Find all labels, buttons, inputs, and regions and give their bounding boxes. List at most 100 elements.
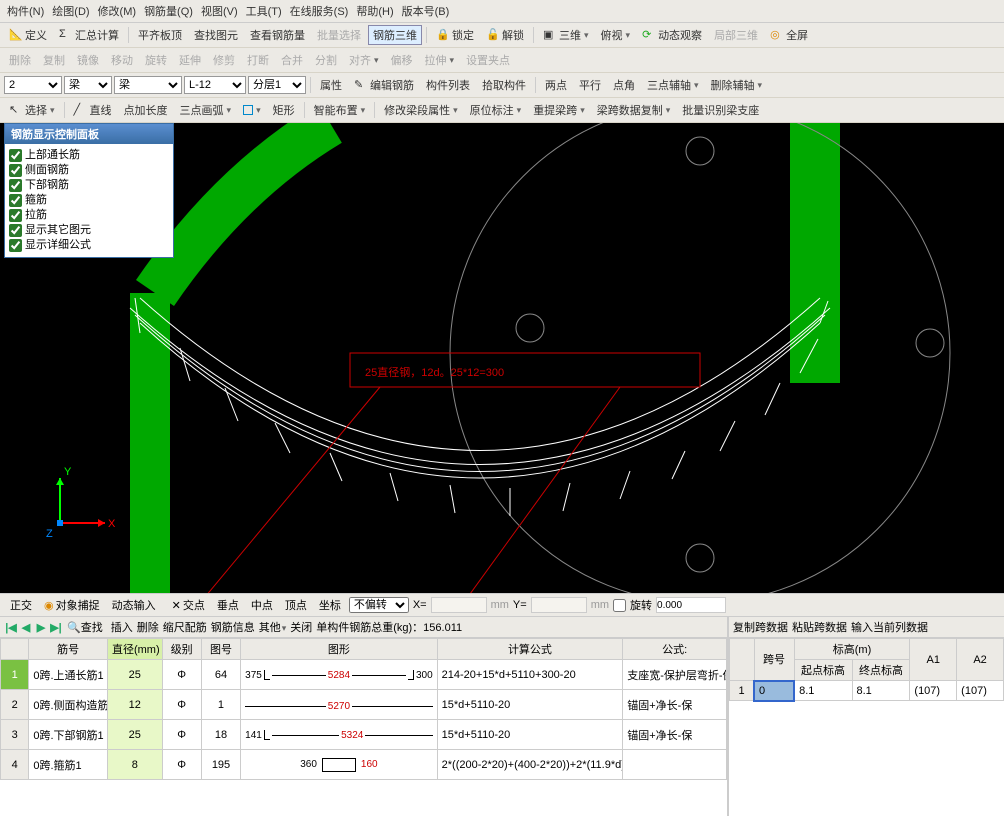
grips-button[interactable]: 设置夹点 bbox=[461, 50, 515, 70]
3d-button[interactable]: ▣三维▾ bbox=[538, 25, 594, 45]
table-row[interactable]: 1 0跨.上通长筋125Φ64 3755284300 214-20+15*d+5… bbox=[1, 660, 727, 690]
col-span[interactable]: 跨号 bbox=[754, 639, 794, 681]
menu-item[interactable]: 构件(N) bbox=[4, 2, 47, 20]
local-3d-button[interactable]: 局部三维 bbox=[709, 25, 763, 45]
split-button[interactable]: 分割 bbox=[310, 50, 342, 70]
copy-span-button[interactable]: 复制跨数据 bbox=[733, 619, 788, 635]
menu-item[interactable]: 绘图(D) bbox=[49, 2, 92, 20]
checkbox-item[interactable]: 箍筋 bbox=[9, 193, 169, 208]
reassign-span-button[interactable]: 重提梁跨▾ bbox=[528, 100, 590, 120]
col-start[interactable]: 起点标高 bbox=[794, 660, 852, 681]
category-select[interactable]: 梁 bbox=[64, 76, 112, 94]
smart-layout-button[interactable]: 智能布置▾ bbox=[309, 100, 371, 120]
trim-button[interactable]: 修剪 bbox=[208, 50, 240, 70]
in-place-label-button[interactable]: 原位标注▾ bbox=[465, 100, 527, 120]
table-row[interactable]: 1 0 8.18.1 (107)(107) bbox=[730, 681, 1004, 701]
perpendicular-button[interactable]: 垂点 bbox=[213, 596, 243, 614]
midpoint-button[interactable]: 中点 bbox=[247, 596, 277, 614]
other-button[interactable]: 其他▾ bbox=[259, 619, 287, 635]
type-select[interactable]: 梁 bbox=[114, 76, 182, 94]
lock-button[interactable]: 🔒锁定 bbox=[431, 25, 479, 45]
menu-item[interactable]: 在线服务(S) bbox=[287, 2, 352, 20]
rect-button[interactable]: 矩形 bbox=[268, 100, 300, 120]
col-diameter[interactable]: 直径(mm) bbox=[107, 639, 162, 660]
floor-select[interactable]: 2 bbox=[4, 76, 62, 94]
find-element-button[interactable]: 查找图元 bbox=[189, 25, 243, 45]
col-jinhao[interactable]: 筋号 bbox=[29, 639, 108, 660]
component-list-button[interactable]: 构件列表 bbox=[421, 75, 475, 95]
point-length-button[interactable]: 点加长度 bbox=[119, 100, 173, 120]
table-row[interactable]: 4 0跨.箍筋18Φ195 360160 2*((200-2*20)+(400-… bbox=[1, 750, 727, 780]
view-rebar-button[interactable]: 查看钢筋量 bbox=[245, 25, 310, 45]
paste-span-button[interactable]: 粘贴跨数据 bbox=[792, 619, 847, 635]
component-select[interactable]: L-12 bbox=[184, 76, 246, 94]
grid-delete-button[interactable]: 删除 bbox=[137, 619, 159, 635]
panel-title[interactable]: 钢筋显示控制面板 bbox=[5, 124, 173, 144]
orbit-button[interactable]: ⟳动态观察 bbox=[637, 25, 707, 45]
col-tuhao[interactable]: 图号 bbox=[201, 639, 240, 660]
table-row[interactable]: 2 0跨.侧面构造筋112Φ1 5270 15*d+5110-20锚固+净长-保 bbox=[1, 690, 727, 720]
edit-rebar-button[interactable]: ✎编辑钢筋 bbox=[349, 75, 419, 95]
rebar-info-button[interactable]: 钢筋信息 bbox=[211, 619, 255, 635]
copy-button[interactable]: 复制 bbox=[38, 50, 70, 70]
angle-input[interactable] bbox=[656, 597, 726, 613]
mirror-button[interactable]: 镜像 bbox=[72, 50, 104, 70]
batch-identify-button[interactable]: 批量识别梁支座 bbox=[677, 100, 764, 120]
offset-button[interactable]: 偏移 bbox=[386, 50, 418, 70]
rebar-3d-button[interactable]: 钢筋三维 bbox=[368, 25, 422, 45]
checkbox-item[interactable]: 显示其它图元 bbox=[9, 223, 169, 238]
menu-item[interactable]: 钢筋量(Q) bbox=[141, 2, 196, 20]
copy-span-data-button[interactable]: 梁跨数据复制▾ bbox=[592, 100, 676, 120]
arc-button[interactable]: 三点画弧▾ bbox=[175, 100, 237, 120]
col-shape[interactable]: 图形 bbox=[241, 639, 438, 660]
grid-insert-button[interactable]: 插入 bbox=[111, 619, 133, 635]
delete-aux-button[interactable]: 删除辅轴▾ bbox=[706, 75, 768, 95]
input-col-button[interactable]: 输入当前列数据 bbox=[851, 619, 928, 635]
grid-find-button[interactable]: 🔍查找 bbox=[67, 619, 103, 635]
top-view-button[interactable]: 俯视▾ bbox=[596, 25, 636, 45]
merge-button[interactable]: 合并 bbox=[276, 50, 308, 70]
col-a1[interactable]: A1 bbox=[910, 639, 957, 681]
rotate-checkbox[interactable] bbox=[613, 599, 626, 612]
viewport[interactable]: 钢筋显示控制面板 上部通长筋 侧面钢筋 下部钢筋 箍筋 拉筋 显示其它图元 显示… bbox=[0, 123, 1004, 593]
square-icon-button[interactable]: ▾ bbox=[238, 103, 266, 118]
nav-prev[interactable]: ◀ bbox=[19, 621, 33, 634]
close-button[interactable]: 关闭 bbox=[290, 619, 312, 635]
intersection-button[interactable]: ✕交点 bbox=[168, 596, 209, 614]
vertex-button[interactable]: 顶点 bbox=[281, 596, 311, 614]
dyninput-button[interactable]: 动态输入 bbox=[108, 596, 160, 614]
rotate-button[interactable]: 旋转 bbox=[140, 50, 172, 70]
table-row[interactable]: 3 0跨.下部钢筋125Φ18 1415324 15*d+5110-20锚固+净… bbox=[1, 720, 727, 750]
align-slab-button[interactable]: 平齐板顶 bbox=[133, 25, 187, 45]
unlock-button[interactable]: 🔓解锁 bbox=[481, 25, 529, 45]
layer-select[interactable]: 分层1 bbox=[248, 76, 306, 94]
stretch-button[interactable]: 拉伸▾ bbox=[420, 50, 460, 70]
coord-button[interactable]: 坐标 bbox=[315, 596, 345, 614]
rebar-table[interactable]: 筋号 直径(mm) 级别 图号 图形 计算公式 公式: 1 0跨.上通长筋125… bbox=[0, 638, 727, 780]
checkbox-item[interactable]: 下部钢筋 bbox=[9, 178, 169, 193]
menu-item[interactable]: 版本号(B) bbox=[399, 2, 453, 20]
scale-rebar-button[interactable]: 缩尺配筋 bbox=[163, 619, 207, 635]
delete-button[interactable]: 删除 bbox=[4, 50, 36, 70]
checkbox-item[interactable]: 拉筋 bbox=[9, 208, 169, 223]
nav-last[interactable]: ▶| bbox=[49, 621, 63, 634]
menu-item[interactable]: 工具(T) bbox=[243, 2, 285, 20]
point-angle-button[interactable]: 点角 bbox=[608, 75, 640, 95]
line-button[interactable]: ╱直线 bbox=[69, 100, 117, 120]
pick-component-button[interactable]: 拾取构件 bbox=[477, 75, 531, 95]
menu-item[interactable]: 帮助(H) bbox=[353, 2, 396, 20]
property-button[interactable]: 属性 bbox=[315, 75, 347, 95]
menu-item[interactable]: 视图(V) bbox=[198, 2, 241, 20]
offset-mode-select[interactable]: 不偏转 bbox=[349, 597, 409, 613]
define-button[interactable]: 📐定义 bbox=[4, 25, 52, 45]
select-button[interactable]: ↖选择▾ bbox=[4, 100, 60, 120]
ortho-button[interactable]: 正交 bbox=[6, 596, 36, 614]
nav-first[interactable]: |◀ bbox=[4, 621, 18, 634]
modify-beam-button[interactable]: 修改梁段属性▾ bbox=[379, 100, 463, 120]
y-input[interactable] bbox=[531, 597, 587, 613]
align-button[interactable]: 对齐▾ bbox=[344, 50, 384, 70]
col-level[interactable]: 级别 bbox=[162, 639, 201, 660]
three-point-aux-button[interactable]: 三点辅轴▾ bbox=[642, 75, 704, 95]
col-a2[interactable]: A2 bbox=[957, 639, 1004, 681]
batch-select-button[interactable]: 批量选择 bbox=[312, 25, 366, 45]
